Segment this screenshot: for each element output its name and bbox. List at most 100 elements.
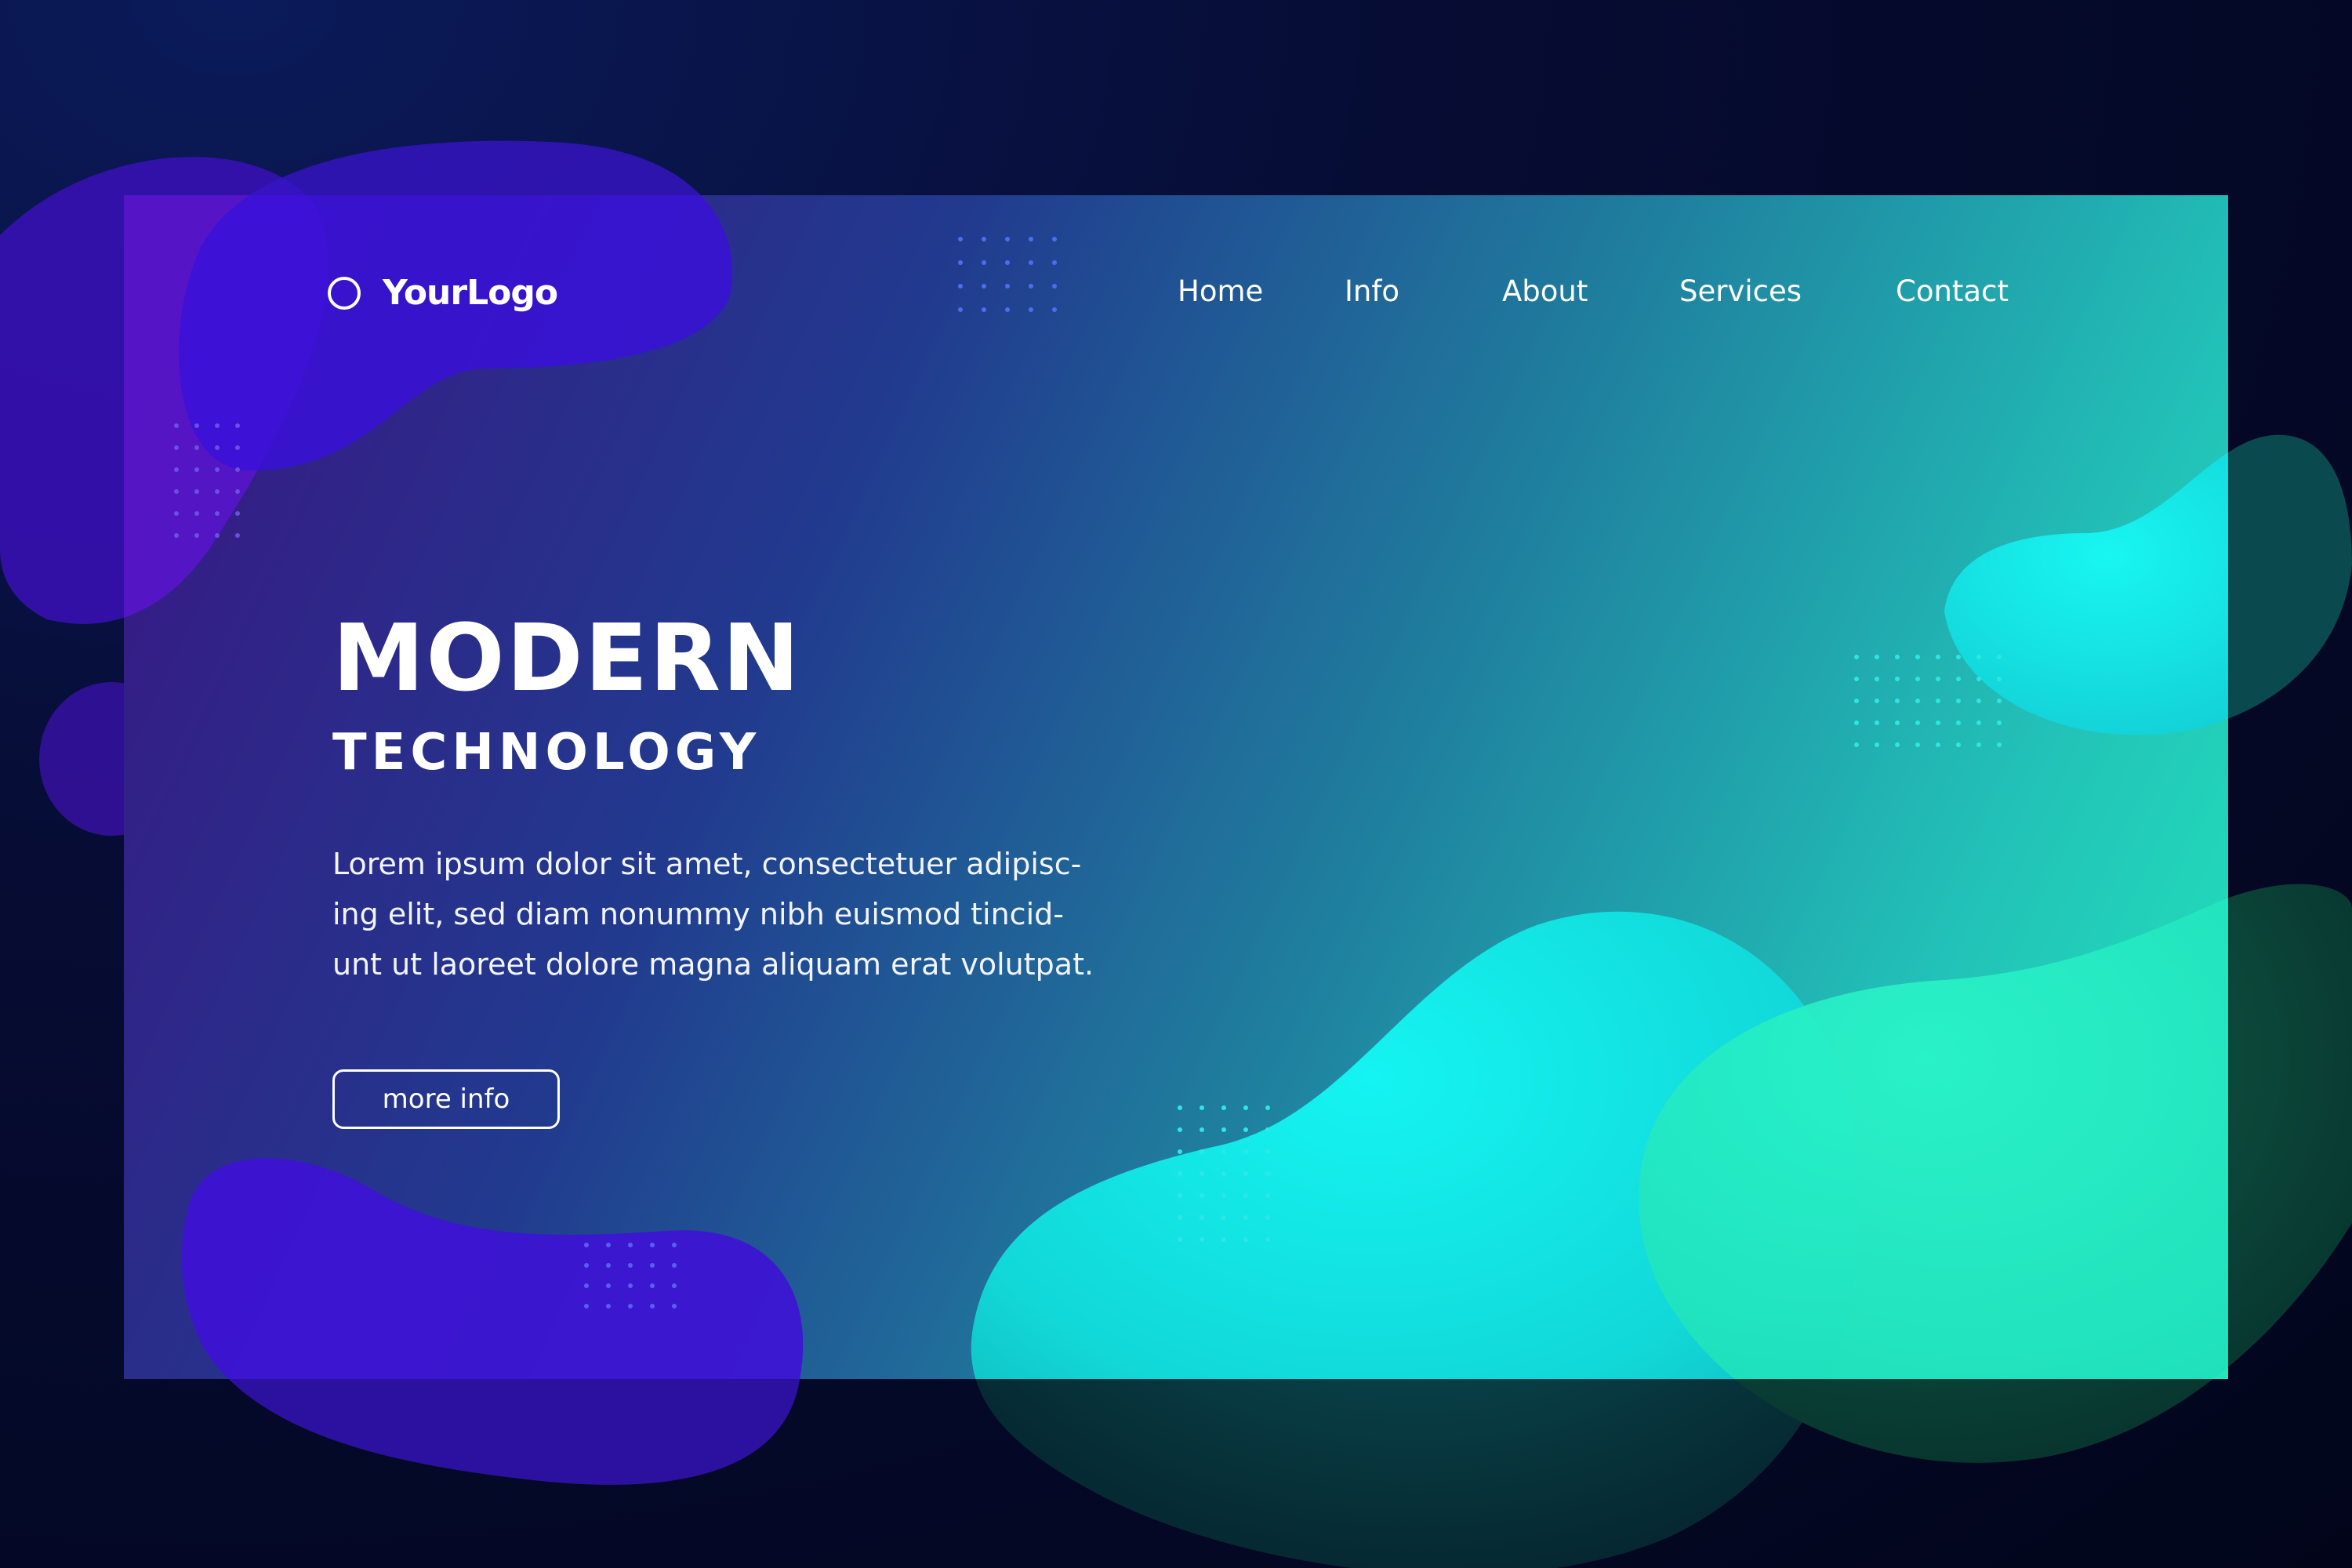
decorative-dot [1200, 1237, 1204, 1242]
decorative-dot [1221, 1193, 1226, 1198]
hero-description-line: unt ut laoreet dolore magna aliquam erat… [332, 947, 1094, 982]
decorative-dot [235, 445, 240, 450]
nav-about[interactable]: About [1502, 274, 1588, 308]
decorative-dot [606, 1304, 611, 1308]
decorative-dot [1997, 742, 2002, 747]
decorative-dot [584, 1263, 589, 1268]
decorative-dot [1265, 1237, 1270, 1242]
decorative-dot [1029, 260, 1033, 265]
decorative-dot [1875, 655, 1879, 659]
dot-grid-right [1854, 655, 2002, 747]
hero-subheadline: TECHNOLOGY [332, 724, 761, 782]
decorative-dot [194, 445, 199, 450]
decorative-dot [1976, 742, 1981, 747]
decorative-dot [215, 489, 220, 494]
decorative-dot [174, 511, 179, 516]
decorative-dot [174, 445, 179, 450]
decorative-dot [606, 1283, 611, 1288]
decorative-dot [1200, 1149, 1204, 1154]
decorative-dot [1200, 1171, 1204, 1176]
decorative-dot [628, 1263, 633, 1268]
decorative-dot [1178, 1215, 1182, 1220]
decorative-dot [1854, 742, 1859, 747]
decorative-dot [628, 1283, 633, 1288]
decorative-dot [1997, 720, 2002, 725]
dot-grid-left [174, 423, 240, 538]
decorative-dot [1854, 720, 1859, 725]
purple-blob-bottom-inner [181, 1158, 804, 1379]
hero-frame [124, 195, 2228, 1379]
decorative-dot [1875, 720, 1879, 725]
decorative-dot [1956, 677, 1961, 681]
decorative-dot [584, 1304, 589, 1308]
decorative-dot [1976, 720, 1981, 725]
decorative-dot [584, 1243, 589, 1247]
decorative-dot [1178, 1237, 1182, 1242]
decorative-dot [1243, 1149, 1248, 1154]
decorative-dot [606, 1263, 611, 1268]
nav-info[interactable]: Info [1345, 274, 1399, 308]
decorative-dot [1854, 677, 1859, 681]
decorative-dot [1221, 1171, 1226, 1176]
nav-home[interactable]: Home [1178, 274, 1263, 308]
decorative-dot [1976, 655, 1981, 659]
decorative-dot [235, 511, 240, 516]
decorative-dot [174, 467, 179, 472]
logo-text: YourLogo [383, 273, 558, 313]
circle-logo-icon [328, 276, 361, 310]
decorative-dot [982, 284, 986, 289]
decorative-dot [672, 1263, 677, 1268]
decorative-dot [982, 307, 986, 312]
decorative-dot [1936, 677, 1940, 681]
decorative-dot [235, 489, 240, 494]
decorative-dot [1243, 1105, 1248, 1110]
decorative-dot [982, 237, 986, 241]
decorative-dot [628, 1243, 633, 1247]
decorative-dot [1243, 1171, 1248, 1176]
decorative-dot [235, 467, 240, 472]
decorative-dot [1936, 699, 1940, 703]
decorative-dot [1936, 720, 1940, 725]
decorative-dot [1854, 699, 1859, 703]
decorative-dot [1915, 742, 1920, 747]
decorative-dot [1895, 655, 1900, 659]
decorative-dot [1976, 677, 1981, 681]
dot-grid-bottom-left [584, 1243, 677, 1308]
decorative-dot [215, 511, 220, 516]
decorative-dot [1243, 1237, 1248, 1242]
decorative-dot [1052, 284, 1057, 289]
decorative-dot [194, 533, 199, 538]
decorative-dot [1052, 237, 1057, 241]
decorative-dot [672, 1243, 677, 1247]
decorative-dot [1178, 1105, 1182, 1110]
decorative-dot [194, 489, 199, 494]
decorative-dot [650, 1243, 655, 1247]
decorative-dot [1854, 655, 1859, 659]
decorative-dot [1178, 1127, 1182, 1132]
hero-description: Lorem ipsum dolor sit amet, consectetuer… [332, 839, 1203, 989]
decorative-dot [1875, 677, 1879, 681]
decorative-dot [1915, 655, 1920, 659]
decorative-dot [174, 423, 179, 428]
dot-grid-center [1178, 1105, 1270, 1242]
decorative-dot [1915, 720, 1920, 725]
decorative-dot [215, 423, 220, 428]
decorative-dot [606, 1243, 611, 1247]
decorative-dot [1221, 1105, 1226, 1110]
decorative-dot [1265, 1105, 1270, 1110]
decorative-dot [1976, 699, 1981, 703]
more-info-button[interactable]: more info [332, 1069, 560, 1129]
decorative-dot [1895, 699, 1900, 703]
decorative-dot [958, 307, 963, 312]
nav-services[interactable]: Services [1679, 274, 1802, 308]
decorative-dot [1200, 1215, 1204, 1220]
decorative-dot [1005, 260, 1010, 265]
nav-contact[interactable]: Contact [1896, 274, 2009, 308]
decorative-dot [1005, 237, 1010, 241]
logo[interactable]: YourLogo [328, 273, 558, 313]
decorative-dot [1005, 307, 1010, 312]
decorative-dot [1221, 1127, 1226, 1132]
decorative-dot [1200, 1127, 1204, 1132]
decorative-dot [174, 533, 179, 538]
decorative-dot [235, 533, 240, 538]
